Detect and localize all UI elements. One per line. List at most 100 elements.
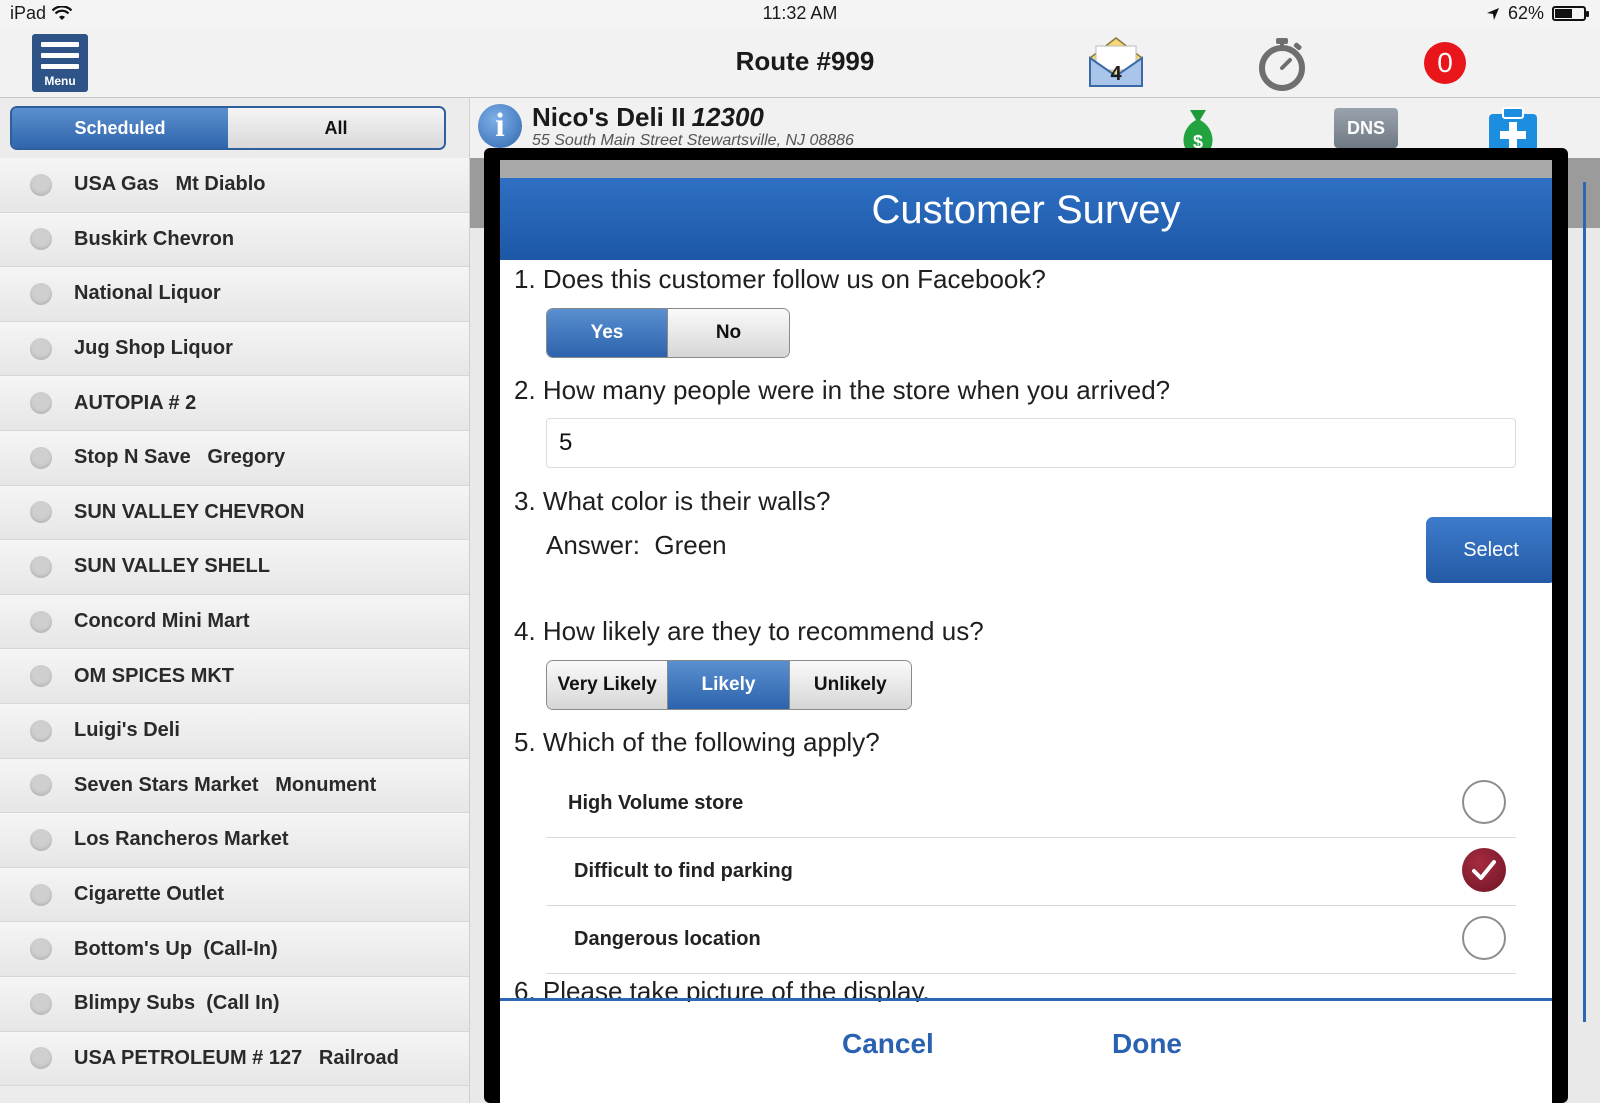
checkbox-option-row[interactable]: Difficult to find parking (546, 838, 1516, 906)
status-dot-icon (30, 883, 52, 906)
customer-list-item-label: Concord Mini Mart (74, 610, 250, 633)
status-dot-icon (30, 337, 52, 360)
dns-button[interactable]: DNS (1334, 108, 1398, 148)
tab-all[interactable]: All (228, 108, 444, 148)
segment-option[interactable]: Very Likely (547, 661, 669, 709)
menu-button[interactable]: Menu (32, 34, 88, 92)
checked-circle-icon[interactable] (1462, 848, 1506, 892)
checkbox-option-label: Difficult to find parking (574, 860, 793, 882)
question-4: 4. How likely are they to recommend us? (514, 616, 984, 646)
status-right: 62% (1486, 3, 1589, 24)
segment-option[interactable]: Unlikely (789, 661, 911, 709)
status-dot-icon (30, 228, 52, 251)
done-button[interactable]: Done (1112, 1028, 1182, 1060)
customer-list-item[interactable]: SUN VALLEY SHELL (0, 540, 469, 595)
location-arrow-icon (1486, 7, 1499, 20)
customer-list-item-label: Cigarette Outlet (74, 883, 225, 906)
modal-top-bar (500, 160, 1552, 178)
customer-list-item[interactable]: Cigarette Outlet (0, 867, 469, 923)
checkbox-option-label: Dangerous location (574, 928, 761, 950)
customer-list-item[interactable]: Concord Mini Mart (0, 594, 469, 650)
customer-list-item-label: OM SPICES MKT (74, 664, 235, 687)
customer-list-item-label: Jug Shop Liquor (74, 337, 233, 360)
q3-answer: Answer: Green (546, 530, 727, 560)
mail-count: 4 (1110, 63, 1122, 85)
status-dot-icon (30, 501, 52, 524)
question-3: 3. What color is their walls? (514, 486, 831, 516)
segment-option[interactable]: Likely (668, 661, 790, 709)
customer-list-item-label: USA Gas Mt Diablo (74, 173, 266, 196)
customer-list-item-label: Buskirk Chevron (74, 227, 235, 250)
customer-list-item[interactable]: SUN VALLEY CHEVRON (0, 485, 469, 541)
hamburger-icon (41, 42, 79, 75)
survey-modal-content: Customer Survey 1. Does this customer fo… (500, 160, 1552, 1103)
segment-option[interactable]: No (668, 309, 789, 357)
survey-footer: Cancel Done (500, 1002, 1552, 1103)
customer-list-item-label: SUN VALLEY SHELL (74, 555, 270, 578)
status-dot-icon (30, 774, 52, 797)
checkbox-option-row[interactable]: Dangerous location (546, 906, 1516, 974)
route-title: Route #999 (735, 46, 875, 76)
survey-title: Customer Survey (871, 188, 1181, 232)
customer-list-item[interactable]: USA PETROLEUM # 127 Railroad (0, 1031, 469, 1087)
customer-name: Nico's Deli II 12300 (532, 102, 764, 133)
status-dot-icon (30, 1047, 52, 1070)
survey-modal: Customer Survey 1. Does this customer fo… (484, 148, 1568, 1103)
customer-list-item[interactable]: Luigi's Deli (0, 703, 469, 759)
status-dot-icon (30, 282, 52, 305)
customer-list-item[interactable]: AUTOPIA # 2 (0, 376, 469, 431)
question-5: 5. Which of the following apply? (514, 727, 880, 757)
battery-percent: 62% (1507, 3, 1544, 23)
question-1: 1. Does this customer follow us on Faceb… (514, 264, 1046, 294)
customer-list-item[interactable]: National Liquor (0, 267, 469, 322)
survey-header: Customer Survey (500, 178, 1552, 260)
status-dot-icon (30, 555, 52, 578)
background-panel-edge (1568, 182, 1586, 1022)
status-dot-icon (30, 992, 52, 1015)
status-dot-icon (30, 446, 52, 469)
stopwatch-icon[interactable] (1254, 36, 1310, 92)
customer-list-item[interactable]: Jug Shop Liquor (0, 321, 469, 377)
customer-list-item-label: Seven Stars Market Monument (74, 773, 377, 796)
customer-list-item-label: Los Rancheros Market (74, 828, 289, 851)
customer-list-item[interactable]: Stop N Save Gregory (0, 430, 469, 486)
notification-badge[interactable]: 0 (1424, 42, 1466, 84)
customer-list-item[interactable]: Buskirk Chevron (0, 212, 469, 268)
status-dot-icon (30, 610, 52, 633)
battery-icon (1552, 6, 1589, 21)
status-dot-icon (30, 665, 52, 688)
customer-list-item-label: USA PETROLEUM # 127 Railroad (74, 1046, 399, 1069)
customer-list-item-label: SUN VALLEY CHEVRON (74, 500, 305, 523)
customer-list-panel: Scheduled All USA Gas Mt Diablo Buskirk C… (0, 98, 470, 1103)
customer-list-item[interactable]: Seven Stars Market Monument (0, 758, 469, 814)
status-bar: iPad 11:32 AM 62% (0, 0, 1600, 28)
status-dot-icon (30, 392, 52, 415)
customer-list-item[interactable]: Bottom's Up (Call-In) (0, 922, 469, 977)
customer-number: 12300 (691, 102, 764, 132)
unchecked-circle-icon[interactable] (1462, 780, 1506, 824)
clock: 11:32 AM (762, 3, 838, 23)
checkbox-option-row[interactable]: High Volume store (546, 770, 1516, 838)
status-dot-icon (30, 828, 52, 851)
segment-option[interactable]: Yes (547, 309, 668, 357)
tab-scheduled[interactable]: Scheduled (12, 108, 228, 148)
select-button[interactable]: Select (1426, 517, 1552, 583)
customer-list-item[interactable]: USA Gas Mt Diablo (0, 158, 469, 213)
battery-fill (1555, 9, 1572, 18)
status-dot-icon (30, 938, 52, 961)
customer-list-item[interactable]: OM SPICES MKT (0, 649, 469, 704)
status-dot-icon (30, 173, 52, 196)
unchecked-circle-icon[interactable] (1462, 916, 1506, 960)
menu-label: Menu (44, 74, 76, 88)
customer-list-item-label: AUTOPIA # 2 (74, 391, 197, 414)
q2-answer-input[interactable]: 5 (546, 418, 1516, 468)
customer-list-item-label: National Liquor (74, 282, 221, 305)
info-icon[interactable]: i (478, 104, 522, 148)
customer-name-text: Nico's Deli II (532, 102, 686, 132)
customer-list-item[interactable]: Blimpy Subs (Call In) (0, 976, 469, 1032)
customer-list-item[interactable]: Los Rancheros Market (0, 813, 469, 868)
cancel-button[interactable]: Cancel (842, 1028, 934, 1060)
customer-list-item-label: Blimpy Subs (Call In) (74, 992, 280, 1015)
nav-bar: Menu Route #999 4 0 (0, 28, 1600, 98)
status-dot-icon (30, 719, 52, 742)
